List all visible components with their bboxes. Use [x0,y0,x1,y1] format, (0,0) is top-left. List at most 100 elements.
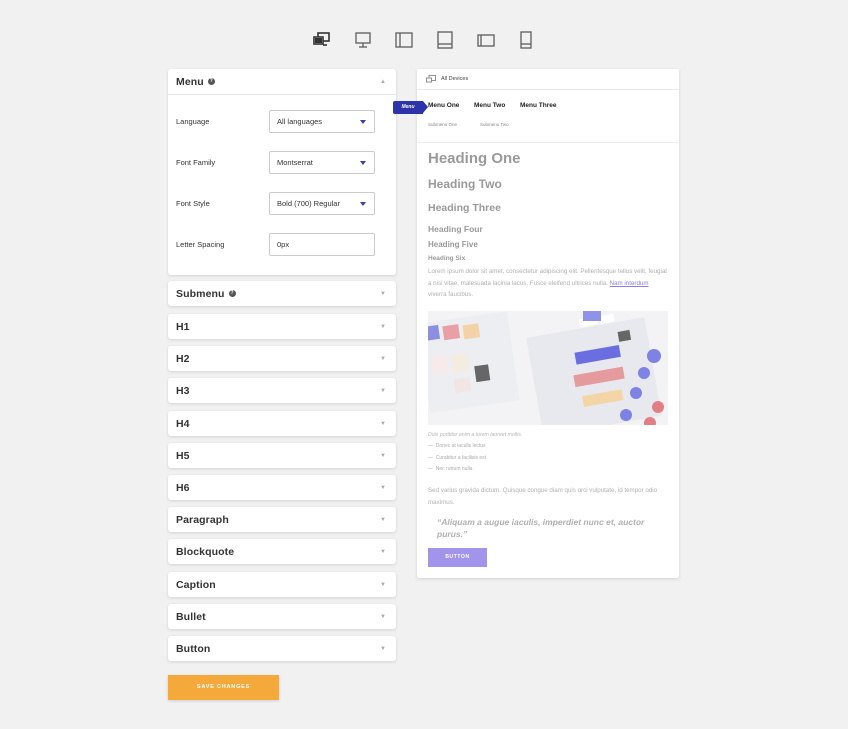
preview-heading-three: Heading Three [428,202,501,214]
preview-heading-one: Heading One [428,150,521,167]
preview-blockquote: “Aliquam a augue iaculis, imperdiet nunc… [437,517,645,539]
panel-submenu[interactable]: Submenu? ▼ [168,281,396,306]
bullet-marker: — [428,466,433,472]
language-row: Language All languages [176,110,396,134]
chevron-down-icon: ▼ [380,324,386,330]
panel-title: Bullet [176,610,206,623]
font-family-label: Font Family [176,158,216,167]
preview-device-bar: All Devices [417,69,679,90]
device-toolbar [312,30,536,50]
panel-title: H6 [176,481,190,494]
preview-device-label: All Devices [441,76,469,82]
font-style-value: Bold (700) Regular [277,199,340,208]
all-devices-icon [426,75,436,84]
preview-bullet-item: — Nec rutrum nulla [428,466,472,472]
font-style-label: Font Style [176,199,210,208]
panel-title: H5 [176,449,190,462]
panel-title: Caption [176,578,216,591]
preview-submenu-two[interactable]: Submenu Two [480,122,509,127]
preview-paragraph-text-end: viverra faucibus. [428,291,474,298]
chevron-down-icon: ▼ [380,388,386,394]
preview-paragraph-2: Sed varius gravida dictum. Quisque congu… [428,487,658,506]
language-select[interactable]: All languages [269,110,375,133]
help-icon[interactable]: ? [207,78,215,85]
bullet-text: Curabitur a facilisis est [435,455,487,461]
chevron-down-icon: ▼ [380,549,386,555]
preview-paragraph: Lorem ipsum dolor sit amet, consectetur … [428,266,668,301]
chevron-up-icon[interactable]: ▲ [379,78,387,86]
language-label: Language [176,117,210,126]
bullet-text: Donec at iaculis lectus [435,443,486,449]
chevron-down-icon: ▼ [380,517,386,523]
panel-title: Blockquote [176,545,235,558]
help-icon[interactable]: ? [228,290,236,297]
panel-title: H1 [176,320,190,333]
font-family-value: Montserrat [277,158,313,167]
desktop-icon[interactable] [353,30,373,50]
preview-menu-three[interactable]: Menu Three [520,102,556,109]
preview-bullet-item: — Donec at iaculis lectus [428,443,486,449]
chevron-down-icon: ▼ [380,356,386,362]
panel-caption[interactable]: Caption ▼ [168,572,396,597]
letter-spacing-row: Letter Spacing 0px [176,233,396,257]
preview-menu-one[interactable]: Menu One [428,102,459,109]
preview-divider [417,142,679,143]
mobile-icon[interactable] [516,30,536,50]
panel-blockquote[interactable]: Blockquote ▼ [168,539,396,564]
menu-panel-body: Language All languages Font Family Monts… [168,95,396,275]
font-style-row: Font Style Bold (700) Regular [176,192,396,216]
chevron-down-icon: ▼ [380,421,386,427]
menu-panel: Menu ? ▲ Language All languages Font Fam… [168,69,396,275]
laptop-icon[interactable] [394,30,414,50]
preview-image [428,311,668,425]
panel-h6[interactable]: H6 ▼ [168,475,396,500]
chevron-down-icon: ▼ [380,582,386,588]
preview-menu-two[interactable]: Menu Two [474,102,505,109]
letter-spacing-label: Letter Spacing [176,240,225,249]
font-family-select[interactable]: Montserrat [269,151,375,174]
panel-h3[interactable]: H3 ▼ [168,378,396,403]
letter-spacing-input[interactable]: 0px [269,233,375,256]
caret-down-icon [360,161,366,165]
preview-heading-six: Heading Six [428,255,466,262]
chevron-down-icon: ▼ [380,453,386,459]
menu-badge: Menu [393,101,428,114]
save-changes-button[interactable]: SAVE CHANGES [168,675,279,700]
panel-title: Submenu [176,287,225,300]
panel-title: H4 [176,417,190,430]
panel-h1[interactable]: H1 ▼ [168,314,396,339]
all-devices-icon[interactable] [312,30,332,50]
menu-panel-header[interactable]: Menu ? ▲ [168,69,396,95]
chevron-down-icon: ▼ [380,646,386,652]
panel-button[interactable]: Button ▼ [168,636,396,661]
tablet-landscape-icon[interactable] [435,30,455,50]
panel-h5[interactable]: H5 ▼ [168,443,396,468]
preview-caption: Duis porttitor enim a lorem laoreet moll… [428,432,523,438]
panel-paragraph[interactable]: Paragraph ▼ [168,507,396,532]
preview-heading-five: Heading Five [428,240,478,249]
preview-button[interactable]: BUTTON [428,548,487,567]
bullet-marker: — [428,455,433,461]
caret-down-icon [360,120,366,124]
chevron-down-icon: ▼ [380,614,386,620]
preview-heading-four: Heading Four [428,224,483,234]
caret-down-icon [360,202,366,206]
preview-panel: All Devices Menu One Menu Two Menu Three… [417,69,679,578]
tablet-portrait-icon[interactable] [476,30,496,50]
typography-settings: Menu ? ▲ Language All languages Font Fam… [168,69,396,661]
bullet-text: Nec rutrum nulla [435,466,473,472]
preview-heading-two: Heading Two [428,177,502,191]
panel-title: Paragraph [176,513,229,526]
menu-panel-title: Menu [176,75,204,88]
panel-bullet[interactable]: Bullet ▼ [168,604,396,629]
preview-submenu-one[interactable]: Submenu One [428,122,457,127]
panel-title: H3 [176,384,190,397]
panel-h2[interactable]: H2 ▼ [168,346,396,371]
chevron-down-icon: ▼ [380,485,386,491]
panel-title: H2 [176,352,190,365]
panel-title: Button [176,642,211,655]
bullet-marker: — [428,443,433,449]
font-style-select[interactable]: Bold (700) Regular [269,192,375,215]
preview-paragraph-link[interactable]: Nam interdum [610,280,649,287]
panel-h4[interactable]: H4 ▼ [168,411,396,436]
